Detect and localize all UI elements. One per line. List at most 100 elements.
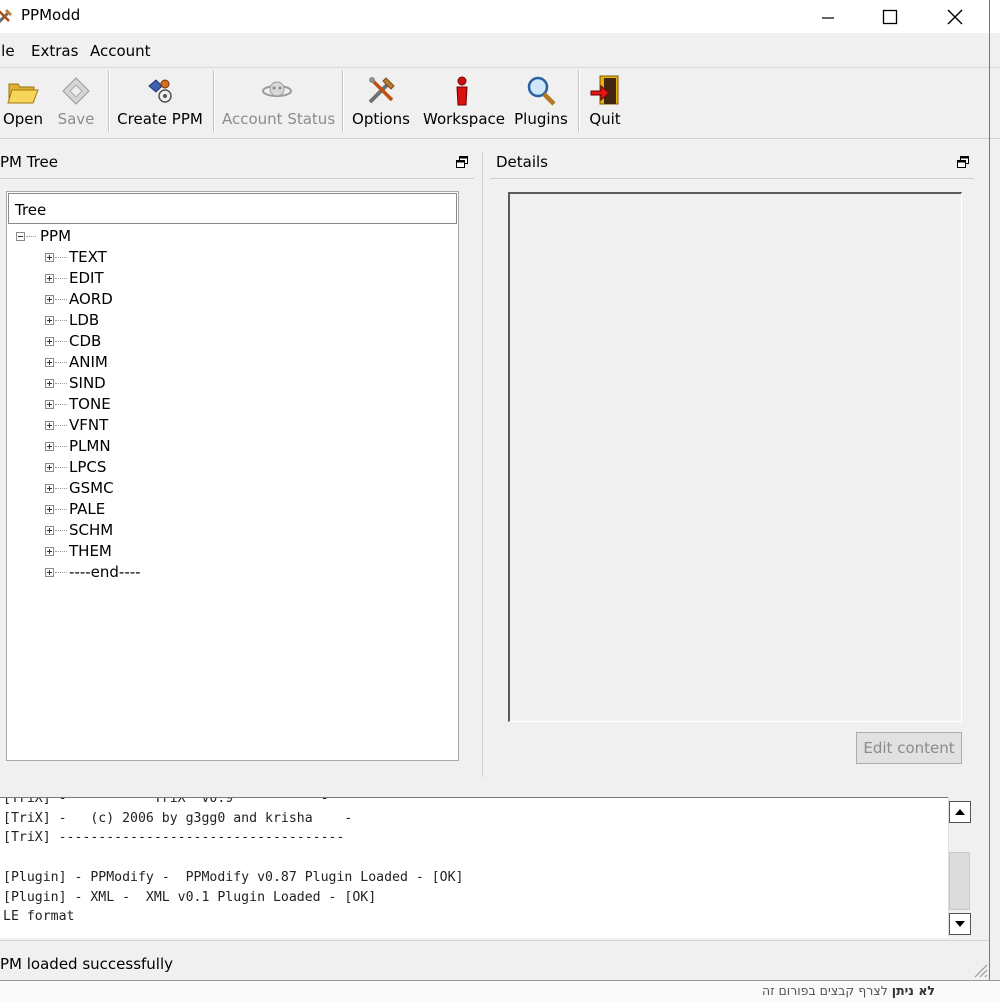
minimize-icon	[822, 16, 834, 19]
save-button[interactable]: Save	[55, 72, 97, 132]
tree-node-label: TONE	[69, 395, 111, 413]
tree-node[interactable]: LPCS	[45, 457, 185, 478]
toolbar-separator	[213, 70, 215, 132]
tree-node[interactable]: GSMC	[45, 478, 185, 499]
log-line: [Plugin] - XML - XML v0.1 Plugin Loaded …	[3, 889, 377, 905]
app-icon	[0, 9, 12, 24]
toolbar-separator	[578, 70, 580, 132]
tree-node[interactable]: SIND	[45, 373, 185, 394]
tree-connector	[55, 551, 67, 553]
tree-node[interactable]: ANIM	[45, 352, 185, 373]
window-title: PPModd	[21, 6, 81, 24]
tree-node[interactable]: SCHM	[45, 520, 185, 541]
workspace-label: Workspace	[423, 110, 505, 128]
quit-button[interactable]: Quit	[585, 72, 625, 132]
expand-icon[interactable]	[45, 316, 54, 325]
tree-connector	[55, 320, 67, 322]
pane-header-divider	[490, 178, 974, 179]
options-button[interactable]: Options	[352, 72, 410, 132]
maximize-button[interactable]	[867, 0, 913, 33]
tree-node-label: TEXT	[69, 248, 107, 266]
tree-node[interactable]: LDB	[45, 310, 185, 331]
close-icon	[947, 9, 963, 24]
menu-file[interactable]: ile	[0, 42, 15, 60]
scroll-down-button[interactable]	[949, 913, 971, 935]
tree-column-header[interactable]	[8, 193, 457, 224]
pane-header-divider	[0, 178, 474, 179]
tree-connector	[55, 509, 67, 511]
account-status-button[interactable]: Account Status	[222, 72, 336, 132]
exit-door-icon	[590, 75, 619, 105]
tree-node[interactable]: EDIT	[45, 268, 185, 289]
close-button[interactable]	[932, 0, 978, 33]
tree-connector	[55, 488, 67, 490]
workspace-info-icon	[456, 76, 468, 106]
expand-icon[interactable]	[45, 421, 54, 430]
expand-icon[interactable]	[45, 295, 54, 304]
tree-node-label: SCHM	[69, 521, 114, 539]
log-line: [TriX] ---------------------------------…	[3, 830, 345, 846]
tree-node[interactable]: PLMN	[45, 436, 185, 457]
tree-node-label: SIND	[69, 374, 106, 392]
tree-node[interactable]: TEXT	[45, 247, 185, 268]
expand-icon[interactable]	[45, 505, 54, 514]
log-output[interactable]: [TriX] - TriX v0.9 - [TriX] - (c) 2006 by…	[0, 797, 950, 938]
tree-node[interactable]: AORD	[45, 289, 185, 310]
window-border	[989, 0, 990, 980]
log-line: [TriX] - (c) 2006 by g3gg0 and krisha -	[3, 810, 353, 826]
expand-icon[interactable]	[45, 526, 54, 535]
arrow-down-icon	[955, 921, 965, 927]
tree-node-label: THEM	[69, 542, 112, 560]
tree-connector	[55, 383, 67, 385]
open-button[interactable]: Open	[2, 72, 44, 132]
tree-node[interactable]: VFNT	[45, 415, 185, 436]
status-text: PM loaded successfully	[0, 955, 174, 973]
details-content-area	[508, 192, 962, 722]
open-label: Open	[2, 110, 44, 128]
expand-icon[interactable]	[45, 484, 54, 493]
account-status-label: Account Status	[222, 110, 336, 128]
create-ppm-button[interactable]: Create PPM	[117, 72, 203, 132]
restore-pane-icon[interactable]	[957, 156, 969, 168]
menu-account[interactable]: Account	[90, 42, 151, 60]
tree-node[interactable]: THEM	[45, 541, 185, 562]
expand-icon[interactable]	[45, 379, 54, 388]
create-ppm-label: Create PPM	[117, 110, 203, 128]
tree-node-label: ----end----	[69, 563, 141, 581]
tree-node[interactable]: ----end----	[45, 562, 185, 583]
expand-icon[interactable]	[45, 547, 54, 556]
collapse-icon[interactable]	[16, 232, 25, 241]
menu-extras[interactable]: Extras	[31, 42, 78, 60]
tree-node-label: PALE	[69, 500, 106, 518]
scroll-thumb[interactable]	[949, 852, 970, 910]
expand-icon[interactable]	[45, 442, 54, 451]
plugins-button[interactable]: Plugins	[514, 72, 568, 132]
tree-node-label: AORD	[69, 290, 113, 308]
expand-icon[interactable]	[45, 463, 54, 472]
workspace-button[interactable]: Workspace	[423, 72, 505, 132]
resize-grip-icon[interactable]	[970, 960, 988, 978]
scroll-up-button[interactable]	[949, 801, 971, 823]
expand-icon[interactable]	[45, 253, 54, 262]
expand-icon[interactable]	[45, 568, 54, 577]
expand-icon[interactable]	[45, 358, 54, 367]
expand-icon[interactable]	[45, 337, 54, 346]
quit-label: Quit	[589, 110, 621, 128]
tree-node[interactable]: TONE	[45, 394, 185, 415]
tree-connector	[55, 341, 67, 343]
expand-icon[interactable]	[45, 400, 54, 409]
create-ppm-icon	[148, 79, 172, 103]
tree-node[interactable]: CDB	[45, 331, 185, 352]
toolbar-separator	[108, 70, 110, 132]
tree-node-label: EDIT	[69, 269, 104, 287]
expand-icon[interactable]	[45, 274, 54, 283]
tree-node-root[interactable]: PPM	[16, 226, 96, 247]
magnifier-icon	[527, 76, 556, 106]
tree-connector	[55, 530, 67, 532]
minimize-button[interactable]	[805, 0, 851, 33]
restore-pane-icon[interactable]	[456, 156, 468, 168]
pane-splitter[interactable]	[482, 152, 483, 777]
tree-node[interactable]: PALE	[45, 499, 185, 520]
edit-content-button[interactable]: Edit content	[856, 732, 962, 764]
tree-node-label: PLMN	[69, 437, 111, 455]
